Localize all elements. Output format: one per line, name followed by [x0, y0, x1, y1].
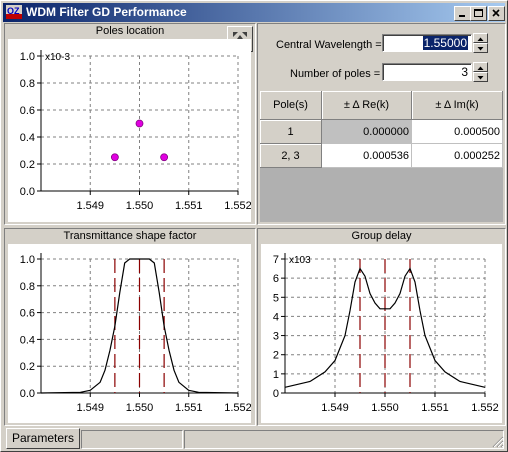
status-bar: Parameters: [3, 427, 505, 449]
pole-marker: [135, 119, 144, 128]
transmittance-panel: Transmittance shape factor 0.0 0.2 0.4 0.6 0…: [4, 228, 256, 426]
poles-location-panel: Poles location 0.0 0.2 0.4 0.6 0.8 1.0 1.549 1.…: [4, 23, 256, 225]
spin-down-icon[interactable]: [473, 43, 488, 53]
table-header[interactable]: ± Δ Re(k): [322, 91, 412, 120]
minimize-icon: [459, 15, 465, 17]
transmittance-plot-svg: 0.0 0.2 0.4 0.6 0.8 1.0 1.549 1.550 1.551 1.552: [20, 253, 251, 414]
group-delay-plot-title: Group delay: [351, 230, 412, 242]
y-tick-label: 3: [273, 331, 279, 343]
num-poles-label: Number of poles =: [290, 68, 381, 80]
transmittance-plot[interactable]: 0.0 0.2 0.4 0.6 0.8 1.0 1.549 1.550 1.551 1.552: [8, 244, 251, 423]
y-tick-label: 0.0: [20, 388, 35, 400]
y-tick-label: 4: [273, 311, 279, 323]
table-row-header[interactable]: 2, 3: [260, 144, 322, 168]
y-tick-label: 5: [273, 292, 279, 304]
spin-down-icon[interactable]: [473, 72, 488, 82]
resize-grip-icon[interactable]: [492, 436, 504, 448]
x-tick-label: 1.551: [175, 402, 203, 414]
maximize-button[interactable]: [470, 6, 487, 21]
y-tick-label: 1.0: [20, 254, 35, 266]
x-tick-label: 1.552: [471, 402, 499, 414]
group-delay-plot-svg: 0 1 2 3 4 5 6 7 1.549 1.550 1.551 1.552 x103: [273, 253, 499, 414]
y-tick-label: 7: [273, 254, 279, 266]
y-tick-label: 1: [273, 369, 279, 381]
x-tick-label: 1.551: [175, 200, 203, 212]
close-button[interactable]: [488, 6, 505, 21]
close-icon: [492, 9, 500, 17]
x-tick-label: 1.549: [321, 402, 349, 414]
x-tick-label: 1.550: [371, 402, 399, 414]
x-tick-label: 1.552: [224, 200, 251, 212]
parameters-panel: Central Wavelength = 1.55000 Number of p…: [257, 23, 506, 225]
svg-text:OZ: OZ: [7, 6, 20, 16]
parameters-tab[interactable]: Parameters: [6, 428, 80, 449]
table-row-header[interactable]: 1: [260, 120, 322, 144]
poles-table: Pole(s) ± Δ Re(k) ± Δ Im(k) 1 0.000000 0…: [260, 91, 503, 222]
table-cell[interactable]: 0.000536: [322, 144, 412, 168]
transmittance-plot-title: Transmittance shape factor: [63, 230, 197, 242]
pole-marker: [110, 153, 119, 162]
y-tick-label: 0.4: [20, 334, 35, 346]
x-tick-label: 1.552: [224, 402, 251, 414]
oz-app-icon: OZ: [6, 5, 22, 19]
app-window: OZ WDM Filter GD Performance Poles locat…: [0, 0, 508, 452]
spin-up-icon[interactable]: [473, 33, 488, 43]
y-tick-label: 1.0: [20, 51, 35, 63]
table-cell[interactable]: 0.000500: [412, 120, 503, 144]
table-header[interactable]: ± Δ Im(k): [412, 91, 503, 120]
y-exponent-label: x10-3: [45, 52, 70, 63]
table-header[interactable]: Pole(s): [260, 91, 322, 120]
x-tick-label: 1.551: [421, 402, 449, 414]
group-delay-plot[interactable]: 0 1 2 3 4 5 6 7 1.549 1.550 1.551 1.552 x103: [261, 244, 502, 423]
y-tick-label: 6: [273, 273, 279, 285]
x-tick-label: 1.549: [76, 200, 104, 212]
y-tick-label: 0.2: [20, 159, 35, 171]
y-tick-label: 0: [273, 388, 279, 400]
spin-up-icon[interactable]: [473, 62, 488, 72]
y-tick-label: 0.0: [20, 186, 35, 198]
pole-marker: [160, 153, 169, 162]
poles-plot-title: Poles location: [95, 25, 165, 37]
central-wavelength-label: Central Wavelength =: [276, 39, 382, 51]
title-bar[interactable]: OZ WDM Filter GD Performance: [3, 3, 505, 22]
window-title: WDM Filter GD Performance: [26, 5, 187, 19]
y-tick-label: 0.6: [20, 308, 35, 320]
central-wavelength-spinner[interactable]: [473, 33, 488, 53]
maximize-icon: [474, 9, 483, 17]
y-tick-label: 0.8: [20, 78, 35, 90]
status-pane: [184, 430, 504, 449]
y-exponent-label: x103: [289, 255, 311, 266]
y-tick-label: 0.6: [20, 105, 35, 117]
table-cell[interactable]: 0.000000: [322, 120, 412, 144]
x-tick-label: 1.550: [126, 402, 154, 414]
status-pane: [81, 430, 183, 449]
poles-plot[interactable]: 0.0 0.2 0.4 0.6 0.8 1.0 1.549 1.550 1.551 1.552 x1…: [8, 39, 251, 222]
minimize-button[interactable]: [454, 6, 471, 21]
table-cell[interactable]: 0.000252: [412, 144, 503, 168]
num-poles-spinner[interactable]: [473, 62, 488, 82]
x-tick-label: 1.549: [76, 402, 104, 414]
central-wavelength-field[interactable]: 1.55000: [382, 34, 472, 52]
num-poles-field[interactable]: 3: [382, 63, 472, 81]
y-tick-label: 0.8: [20, 281, 35, 293]
poles-plot-svg: 0.0 0.2 0.4 0.6 0.8 1.0 1.549 1.550 1.551 1.552 x1…: [20, 50, 251, 212]
group-delay-panel: Group delay 0 1 2 3 4 5 6 7 1.549 1.550 1.551 1.552…: [257, 228, 506, 426]
x-tick-label: 1.550: [126, 200, 154, 212]
y-tick-label: 0.2: [20, 361, 35, 373]
y-tick-label: 0.4: [20, 132, 35, 144]
y-tick-label: 2: [273, 350, 279, 362]
